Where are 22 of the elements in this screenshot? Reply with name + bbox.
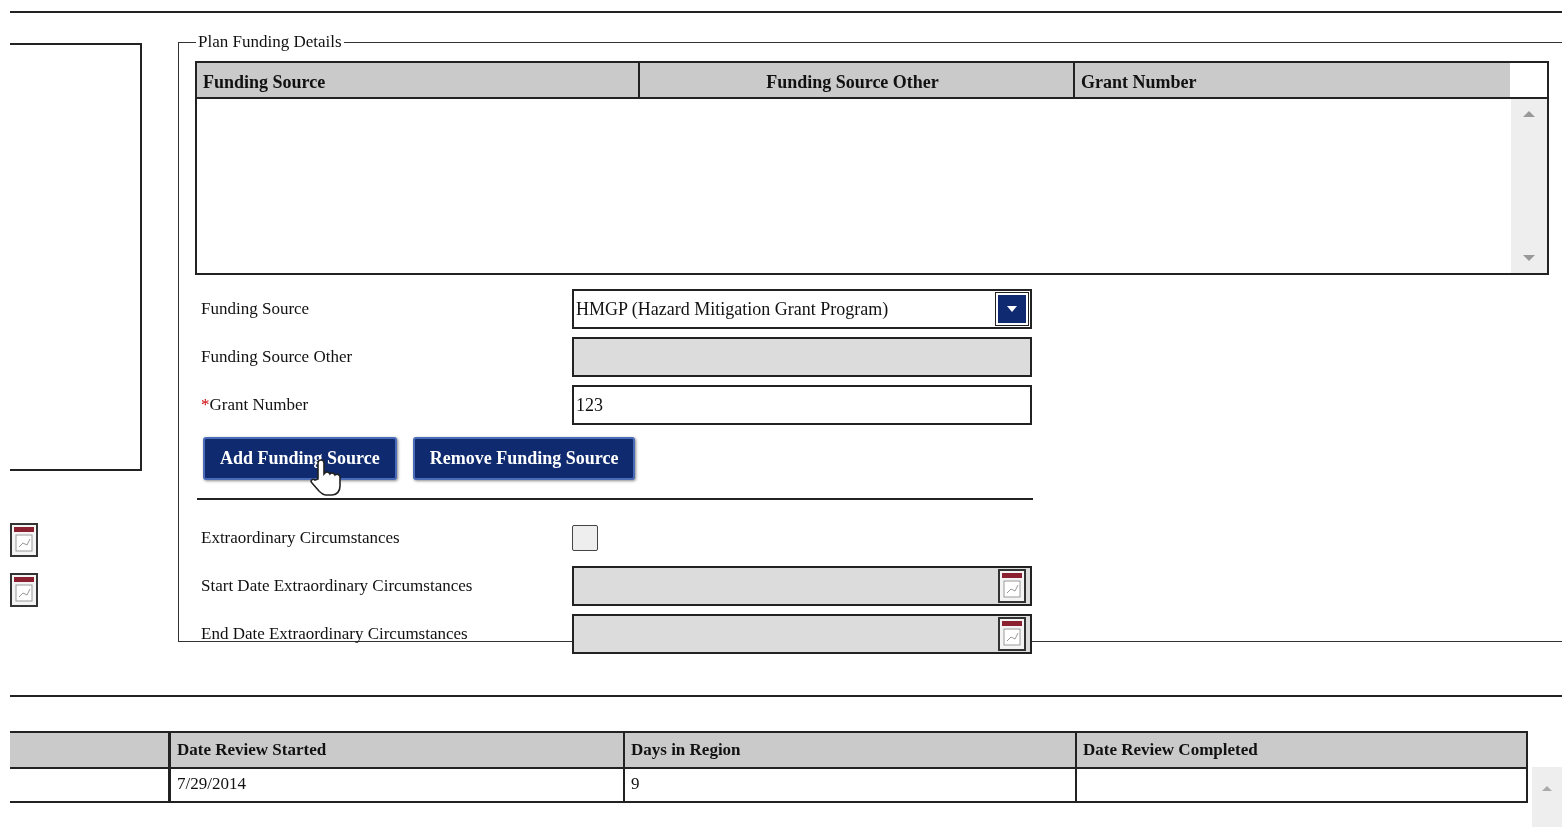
- column-header: Days in Region: [625, 733, 1075, 769]
- table-cell-text: 9: [630, 773, 641, 795]
- field-label: Grant Number: [209, 395, 309, 415]
- input-field[interactable]: 123: [572, 385, 1032, 425]
- column-header: Funding Source Other: [638, 63, 1073, 97]
- scrollbar[interactable]: [1532, 767, 1562, 827]
- action-button[interactable]: Add Funding Source: [203, 437, 397, 480]
- dropdown[interactable]: HMGP (Hazard Mitigation Grant Program): [572, 289, 1032, 329]
- field-label: Extraordinary Circumstances: [200, 527, 401, 550]
- column-header: Funding Source: [197, 63, 638, 97]
- field-label: Start Date Extraordinary Circumstances: [200, 575, 474, 598]
- column-header: Date Review Started: [171, 733, 623, 769]
- field-label: Funding Source Other: [200, 346, 354, 369]
- table-cell-text: 7/29/2014: [176, 773, 247, 795]
- field-label: End Date Extraordinary Circumstances: [200, 623, 469, 646]
- calendar-icon[interactable]: [10, 573, 38, 607]
- column-header: Grant Number: [1073, 63, 1510, 97]
- column-header: Date Review Completed: [1077, 733, 1526, 769]
- action-button[interactable]: Remove Funding Source: [412, 437, 636, 480]
- calendar-icon[interactable]: [10, 523, 38, 557]
- field-label: Funding Source: [200, 298, 311, 321]
- required-mark: *: [201, 395, 210, 415]
